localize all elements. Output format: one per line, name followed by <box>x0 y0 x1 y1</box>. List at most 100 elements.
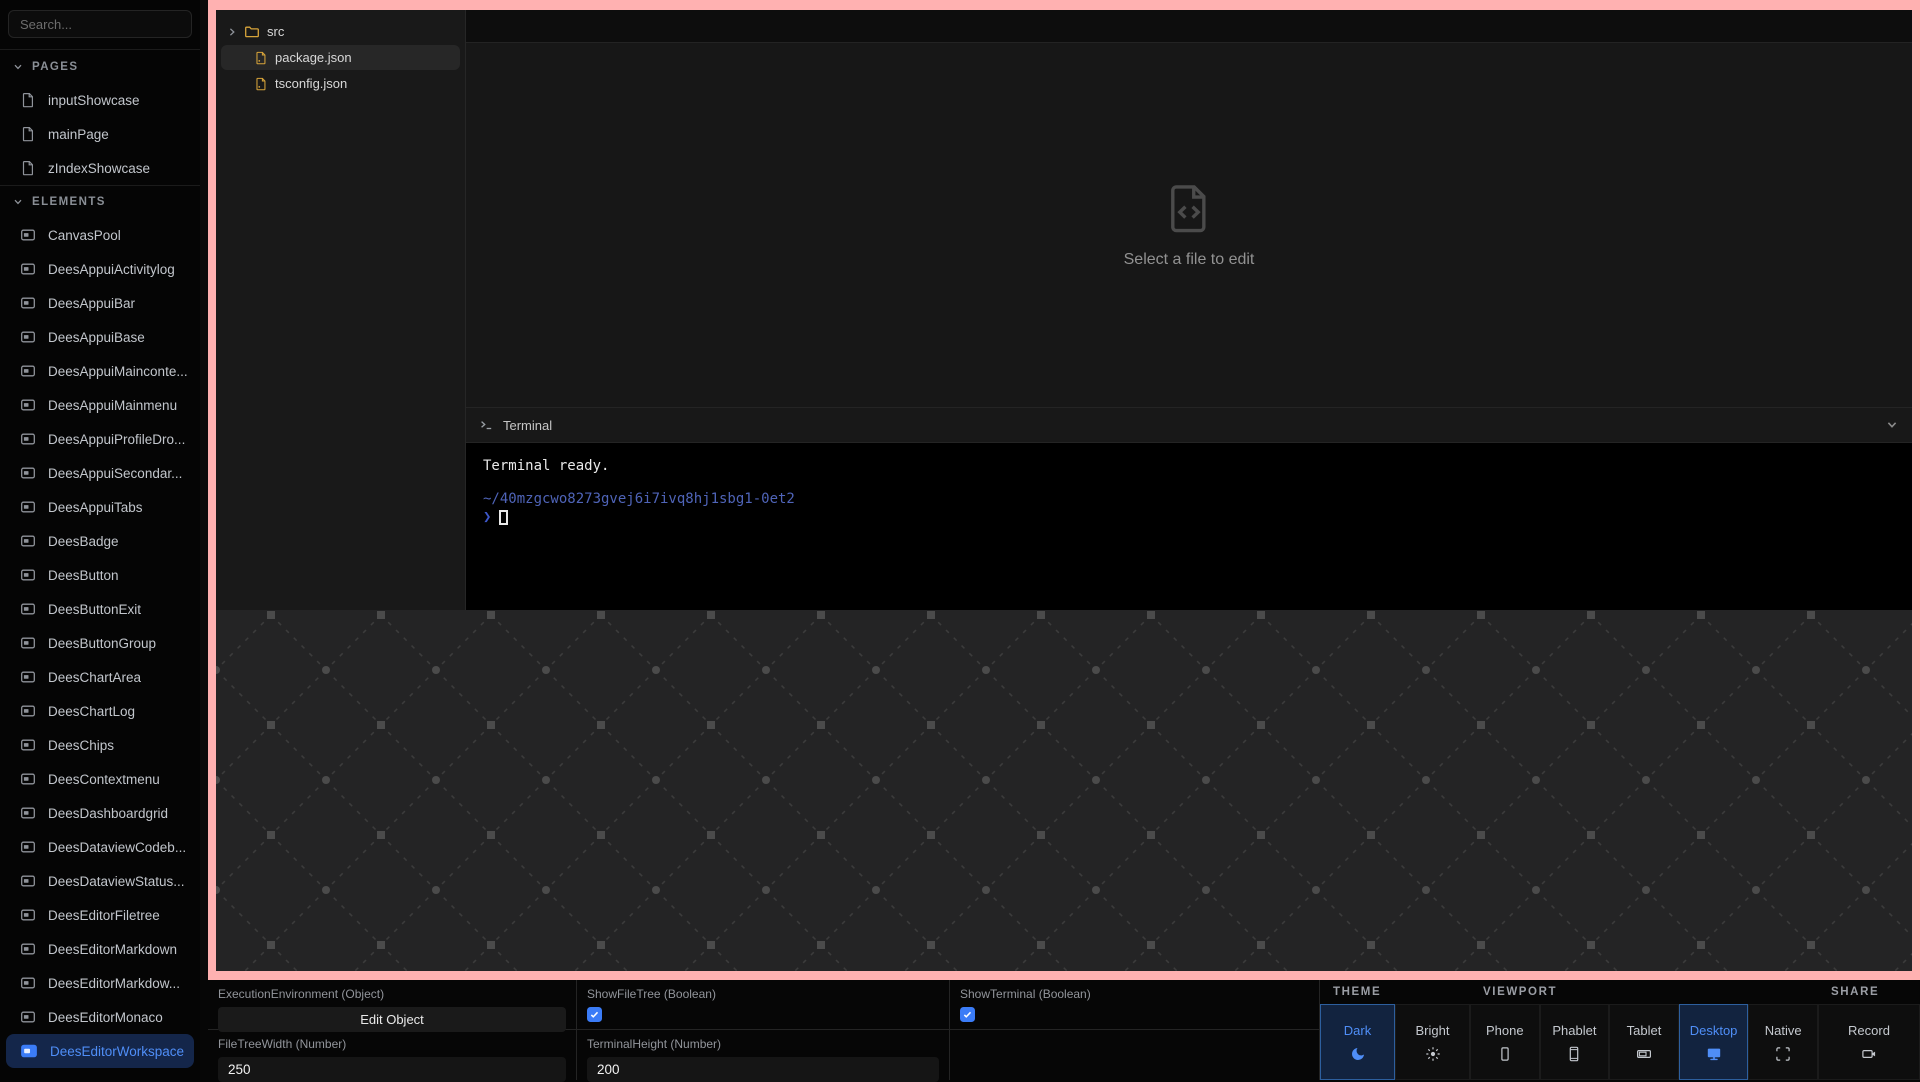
terminal-cwd-line: ~/40mzgcwo8273gvej6i7ivq8hj1sbg1-0et2 <box>483 491 1895 508</box>
section-header-elements[interactable]: ELEMENTS <box>0 185 200 218</box>
sidebar-item-deesappuimaincontent[interactable]: DeesAppuiMainconte... <box>0 354 200 388</box>
share-buttons: Record <box>1818 1004 1920 1080</box>
search-container <box>0 0 200 50</box>
viewport-heading: VIEWPORT <box>1470 980 1818 1004</box>
json-file-icon <box>254 77 268 91</box>
element-icon <box>20 703 36 719</box>
terminal-icon <box>480 418 494 432</box>
search-input[interactable] <box>8 10 192 38</box>
prop-filetreewidth: FileTreeWidth (Number) <box>208 1030 576 1080</box>
theme-bright-button[interactable]: Bright <box>1395 1004 1470 1080</box>
button-label: Tablet <box>1627 1023 1662 1038</box>
sidebar-item-canvaspool[interactable]: CanvasPool <box>0 218 200 252</box>
sidebar-item-zindexshowcase[interactable]: zIndexShowcase <box>0 151 200 185</box>
document-icon <box>20 126 36 142</box>
sidebar-item-deeschartarea[interactable]: DeesChartArea <box>0 660 200 694</box>
sidebar-item-deesdashboardgrid[interactable]: DeesDashboardgrid <box>0 796 200 830</box>
sidebar-item-deesappuiprofiledropdown[interactable]: DeesAppuiProfileDro... <box>0 422 200 456</box>
filetreewidth-input[interactable] <box>218 1057 566 1082</box>
element-icon <box>20 533 36 549</box>
sidebar-item-deeseditorworkspace[interactable]: DeesEditorWorkspace <box>6 1034 194 1068</box>
sidebar-item-deesbuttongroup[interactable]: DeesButtonGroup <box>0 626 200 660</box>
prop-showterminal: ShowTerminal (Boolean) <box>950 980 1319 1030</box>
sidebar-item-deesappuiactivitylog[interactable]: DeesAppuiActivitylog <box>0 252 200 286</box>
sidebar-item-deeseditormarkdownoutlet[interactable]: DeesEditorMarkdow... <box>0 966 200 1000</box>
sidebar-item-deesbutton[interactable]: DeesButton <box>0 558 200 592</box>
viewport-phablet-button[interactable]: Phablet <box>1540 1004 1610 1080</box>
sidebar-item-deeseditorfiletree[interactable]: DeesEditorFiletree <box>0 898 200 932</box>
sidebar-item-deeschartlog[interactable]: DeesChartLog <box>0 694 200 728</box>
prop-empty-cell <box>950 1030 1319 1080</box>
tree-item-src-folder[interactable]: src <box>216 19 465 44</box>
element-icon <box>20 873 36 889</box>
editor-column: Select a file to edit Terminal Terminal … <box>466 10 1912 610</box>
sidebar-item-inputshowcase[interactable]: inputShowcase <box>0 83 200 117</box>
sidebar-item-deesdataviewstatus[interactable]: DeesDataviewStatus... <box>0 864 200 898</box>
chevron-down-icon[interactable] <box>1886 419 1898 431</box>
empty-state-message: Select a file to edit <box>1124 251 1255 269</box>
button-label: Bright <box>1416 1023 1450 1038</box>
demo-highlight-frame: src package.json tsconfig.json <box>208 0 1920 980</box>
viewport-tablet-button[interactable]: Tablet <box>1609 1004 1679 1080</box>
sidebar-item-deesappuibase[interactable]: DeesAppuiBase <box>0 320 200 354</box>
element-icon <box>20 669 36 685</box>
phablet-icon <box>1566 1046 1582 1062</box>
sidebar-item-deesdataviewcodebox[interactable]: DeesDataviewCodeb... <box>0 830 200 864</box>
json-file-icon <box>254 51 268 65</box>
sun-icon <box>1425 1046 1441 1062</box>
viewport-desktop-button[interactable]: Desktop <box>1679 1004 1749 1080</box>
share-record-button[interactable]: Record <box>1818 1004 1920 1080</box>
sidebar-item-deeschips[interactable]: DeesChips <box>0 728 200 762</box>
terminal-prompt-line: ❯ <box>483 509 1895 526</box>
section-label: PAGES <box>32 61 78 73</box>
terminal-ready-line: Terminal ready. <box>483 458 1895 475</box>
editor-empty-state: Select a file to edit <box>466 43 1912 407</box>
sidebar-item-deesappuitabs[interactable]: DeesAppuiTabs <box>0 490 200 524</box>
sidebar-item-deeseditormarkdown[interactable]: DeesEditorMarkdown <box>0 932 200 966</box>
sidebar-item-deesappuisecondarymenu[interactable]: DeesAppuiSecondar... <box>0 456 200 490</box>
theme-section: THEME Dark Bright <box>1320 980 1470 1080</box>
sidebar-item-mainpage[interactable]: mainPage <box>0 117 200 151</box>
element-icon <box>20 839 36 855</box>
terminal-output[interactable]: Terminal ready. ~/40mzgcwo8273gvej6i7ivq… <box>466 443 1912 610</box>
sidebar-item-deeseditormonaco[interactable]: DeesEditorMonaco <box>0 1000 200 1034</box>
editor-tab-strip <box>466 10 1912 43</box>
tablet-icon <box>1636 1046 1652 1062</box>
share-heading: SHARE <box>1818 980 1920 1004</box>
element-icon <box>20 635 36 651</box>
catalog-sidebar: PAGES inputShowcase mainPage zIndexShowc… <box>0 0 200 1080</box>
main-area: src package.json tsconfig.json <box>200 0 1920 1080</box>
check-icon <box>589 1009 600 1020</box>
theme-buttons: Dark Bright <box>1320 1004 1470 1080</box>
tree-item-tsconfig-json[interactable]: tsconfig.json <box>221 71 460 96</box>
terminalheight-input[interactable] <box>587 1057 939 1082</box>
button-label: Dark <box>1344 1023 1371 1038</box>
section-header-pages[interactable]: PAGES <box>0 50 200 83</box>
theme-dark-button[interactable]: Dark <box>1320 1004 1395 1080</box>
edit-object-button[interactable]: Edit Object <box>218 1007 566 1032</box>
prop-terminalheight: TerminalHeight (Number) <box>577 1030 949 1080</box>
element-icon <box>20 465 36 481</box>
check-icon <box>962 1009 973 1020</box>
element-icon <box>20 295 36 311</box>
element-icon <box>20 737 36 753</box>
sidebar-item-deesappuibar[interactable]: DeesAppuiBar <box>0 286 200 320</box>
viewport-phone-button[interactable]: Phone <box>1470 1004 1540 1080</box>
viewport-native-button[interactable]: Native <box>1748 1004 1818 1080</box>
showfiletree-checkbox[interactable] <box>587 1007 602 1022</box>
file-tree-panel: src package.json tsconfig.json <box>216 10 466 610</box>
element-icon <box>20 329 36 345</box>
element-icon <box>20 363 36 379</box>
sidebar-item-deesappuimainmenu[interactable]: DeesAppuiMainmenu <box>0 388 200 422</box>
prop-label: ShowTerminal (Boolean) <box>960 987 1309 1001</box>
sidebar-item-deesbuttonexit[interactable]: DeesButtonExit <box>0 592 200 626</box>
showterminal-checkbox[interactable] <box>960 1007 975 1022</box>
element-icon <box>20 907 36 923</box>
sidebar-item-deescontextmenu[interactable]: DeesContextmenu <box>0 762 200 796</box>
chevron-down-icon <box>13 197 23 207</box>
tree-item-package-json[interactable]: package.json <box>221 45 460 70</box>
button-label: Phone <box>1486 1023 1524 1038</box>
button-label: Desktop <box>1690 1023 1738 1038</box>
section-label: ELEMENTS <box>32 196 106 208</box>
sidebar-item-deesbadge[interactable]: DeesBadge <box>0 524 200 558</box>
